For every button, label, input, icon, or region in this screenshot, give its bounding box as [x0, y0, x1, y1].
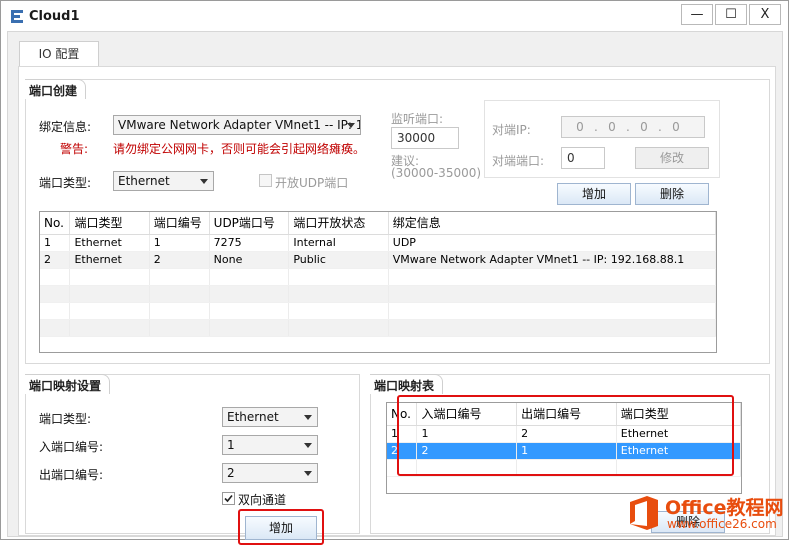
table-cell: UDP — [388, 234, 716, 252]
peer-ip-octet-3: 0 — [640, 120, 648, 134]
port-create-group: 端口创建 绑定信息: VMware Network Adapter VMnet1… — [25, 79, 770, 364]
peer-ip-label: 对端IP: — [492, 123, 531, 137]
chevron-down-icon — [304, 415, 312, 420]
out-port-select[interactable]: 2 — [222, 463, 318, 483]
watermark-url: www.office26.com — [667, 517, 777, 531]
watermark: Office教程网 www.office26.com — [623, 491, 788, 537]
peer-ip-octet-1: 0 — [576, 120, 584, 134]
port-mapping-group: 端口映射设置 端口类型: Ethernet 入端口编号: 1 出端口编号: 2 — [25, 374, 360, 545]
port-mapping-legend: 端口映射设置 — [25, 374, 111, 394]
highlight-box-table — [397, 395, 734, 476]
port-add-button[interactable]: 增加 — [557, 183, 631, 205]
column-header[interactable]: UDP端口号 — [209, 212, 290, 235]
table-cell: 2 — [40, 251, 71, 269]
table-cell: 7275 — [209, 234, 290, 252]
bind-info-select[interactable]: VMware Network Adapter VMnet1 -- IP: 192… — [113, 115, 361, 135]
table-cell: VMware Network Adapter VMnet1 -- IP: 192… — [388, 251, 716, 269]
maximize-button[interactable]: ☐ — [715, 4, 747, 25]
column-header[interactable]: 端口编号 — [149, 212, 210, 235]
bind-info-label: 绑定信息: — [39, 120, 92, 134]
table-row[interactable]: 2 Ethernet 2 None Public VMware Network … — [40, 251, 716, 269]
in-port-select[interactable]: 1 — [222, 435, 318, 455]
peer-ip-octet-4: 0 — [672, 120, 680, 134]
port-table: No. 端口类型 端口编号 UDP端口号 端口开放状态 绑定信息 1 Ether… — [39, 211, 717, 353]
table-cell: 1 — [40, 234, 71, 252]
tab-io-config[interactable]: IO 配置 — [19, 41, 99, 67]
chevron-down-icon — [200, 179, 208, 184]
mapping-port-type-label: 端口类型: — [39, 412, 92, 426]
client-area: IO 配置 端口创建 绑定信息: VMware Network Adapter … — [7, 31, 783, 545]
peer-box: 对端IP: 0 . 0 . 0 . 0 对端端口: 0 修改 — [484, 100, 720, 178]
column-header[interactable]: 端口开放状态 — [288, 212, 389, 235]
modify-button[interactable]: 修改 — [635, 147, 709, 169]
peer-port-label: 对端端口: — [492, 154, 545, 168]
port-type-select[interactable]: Ethernet — [113, 171, 214, 191]
table-row-empty — [40, 285, 716, 303]
table-cell: Ethernet — [69, 251, 150, 269]
tab-pane: 端口创建 绑定信息: VMware Network Adapter VMnet1… — [18, 66, 776, 545]
warning-text: 请勿绑定公网网卡，否则可能会引起网络瘫痪。 — [113, 142, 366, 156]
table-cell: 1 — [149, 234, 210, 252]
cloud1-window: Cloud1 — ☐ X IO 配置 端口创建 绑定信息: VMware Net… — [0, 0, 789, 545]
peer-port-input[interactable]: 0 — [561, 147, 605, 169]
table-cell: 2 — [149, 251, 210, 269]
column-header[interactable]: 绑定信息 — [388, 212, 716, 235]
out-port-label: 出端口编号: — [39, 468, 104, 482]
port-create-legend: 端口创建 — [25, 79, 87, 99]
table-header-row: No. 端口类型 端口编号 UDP端口号 端口开放状态 绑定信息 — [40, 212, 716, 235]
suggest-range: (30000-35000) — [391, 166, 482, 180]
warning-label: 警告: — [60, 142, 89, 156]
ip-dot: . — [658, 120, 662, 134]
listen-port-label: 监听端口: — [391, 112, 444, 126]
udp-checkbox-label: 开放UDP端口 — [275, 176, 349, 190]
bidirectional-label: 双向通道 — [238, 493, 287, 507]
out-port-value: 2 — [227, 466, 235, 480]
mapping-port-type-value: Ethernet — [227, 410, 279, 424]
column-header[interactable]: 端口类型 — [69, 212, 150, 235]
chevron-down-icon — [347, 123, 355, 128]
bind-info-value: VMware Network Adapter VMnet1 -- IP: 192… — [118, 118, 360, 132]
title-bar[interactable]: Cloud1 — ☐ X — [1, 1, 788, 31]
chevron-down-icon — [304, 471, 312, 476]
office-logo-icon — [630, 496, 658, 530]
in-port-value: 1 — [227, 438, 235, 452]
table-row-empty — [40, 319, 716, 337]
minimize-button[interactable]: — — [681, 4, 713, 25]
window-title: Cloud1 — [29, 9, 80, 24]
peer-ip-input[interactable]: 0 . 0 . 0 . 0 — [561, 116, 705, 138]
check-icon — [224, 494, 233, 503]
mapping-table-legend: 端口映射表 — [370, 374, 444, 394]
udp-checkbox[interactable] — [259, 174, 272, 187]
table-cell: Ethernet — [69, 234, 150, 252]
watermark-title: Office教程网 — [665, 497, 784, 519]
table-cell: None — [209, 251, 290, 269]
ip-dot: . — [594, 120, 598, 134]
table-row-empty — [40, 268, 716, 286]
port-delete-button[interactable]: 删除 — [635, 183, 709, 205]
listen-port-input[interactable]: 30000 — [391, 127, 459, 149]
port-type-value: Ethernet — [118, 174, 170, 188]
bidirectional-checkbox[interactable] — [222, 492, 235, 505]
mapping-port-type-select[interactable]: Ethernet — [222, 407, 318, 427]
port-type-label: 端口类型: — [39, 176, 92, 190]
ip-dot: . — [626, 120, 630, 134]
cloud-app-icon — [11, 10, 23, 23]
table-cell: Internal — [288, 234, 389, 252]
close-button[interactable]: X — [749, 4, 781, 25]
table-row[interactable]: 1 Ethernet 1 7275 Internal UDP — [40, 234, 716, 252]
table-cell: Public — [288, 251, 389, 269]
peer-ip-octet-2: 0 — [608, 120, 616, 134]
in-port-label: 入端口编号: — [39, 440, 104, 454]
table-row-empty — [40, 302, 716, 320]
column-header[interactable]: No. — [40, 212, 71, 235]
chevron-down-icon — [304, 443, 312, 448]
